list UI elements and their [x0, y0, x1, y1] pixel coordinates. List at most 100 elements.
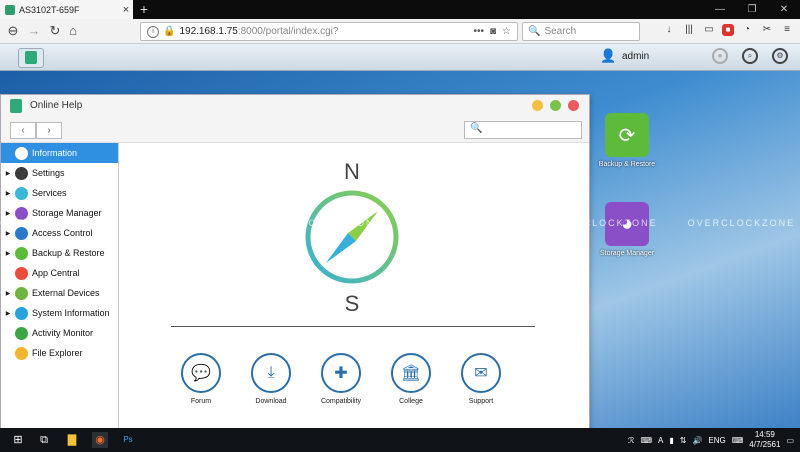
- help-nav-buttons: ‹ ›: [10, 122, 62, 139]
- screenshot-icon[interactable]: ✂: [760, 22, 774, 38]
- backup-restore-icon: ⟳: [605, 113, 649, 157]
- address-bar[interactable]: i 🔒 192.168.1.75:8000/portal/index.cgi? …: [140, 22, 518, 41]
- task-view-icon[interactable]: ⧉: [36, 432, 52, 448]
- bookmark-star-icon[interactable]: ☆: [502, 26, 511, 37]
- browser-tab[interactable]: AS3102T-659F ×: [0, 0, 133, 19]
- system-tray: ℛ ⌨ A ▮ ⇅ 🔊 ENG ⌨ 14:59 4/7/2561 ▭: [628, 430, 794, 450]
- notification-icon[interactable]: ●: [712, 48, 728, 64]
- expand-arrow-icon[interactable]: ▶: [1, 290, 15, 297]
- compass-south: S: [344, 291, 360, 316]
- windows-start-icon[interactable]: ⊞: [10, 432, 26, 448]
- support-icon: ✉: [461, 353, 501, 393]
- maximize-dot[interactable]: [550, 100, 561, 111]
- help-link-forum[interactable]: 💬 Forum: [171, 353, 231, 405]
- online-help-icon: [25, 51, 37, 64]
- sidebar-icon[interactable]: ▭: [702, 22, 716, 38]
- sidebar-item[interactable]: Activity Monitor: [1, 323, 118, 343]
- ime-mode-icon[interactable]: ⌨: [732, 436, 744, 445]
- expand-arrow-icon[interactable]: ▶: [1, 310, 15, 317]
- window-titlebar[interactable]: Online Help: [1, 95, 589, 117]
- help-link-download[interactable]: ⤓ Download: [241, 353, 301, 405]
- help-link-college[interactable]: 🏛 College: [381, 353, 441, 405]
- sidebar-item-label: App Central: [32, 268, 80, 278]
- sidebar-item[interactable]: ▶ Settings: [1, 163, 118, 183]
- search-nas-icon[interactable]: ⌕: [742, 48, 758, 64]
- language-indicator[interactable]: ENG: [708, 436, 725, 445]
- pocket-icon[interactable]: ◙: [490, 26, 496, 37]
- battery-icon[interactable]: ▮: [669, 436, 673, 445]
- help-link-support[interactable]: ✉ Support: [451, 353, 511, 405]
- info-icon[interactable]: i: [147, 25, 159, 38]
- expand-arrow-icon[interactable]: ▶: [1, 190, 15, 197]
- volume-icon[interactable]: 🔊: [692, 436, 702, 445]
- minimize-dot[interactable]: [532, 100, 543, 111]
- expand-arrow-icon[interactable]: ▶: [1, 170, 15, 177]
- taskbar-online-help[interactable]: [18, 48, 44, 68]
- sidebar-item[interactable]: ▶ External Devices: [1, 283, 118, 303]
- back-button[interactable]: ⊖: [4, 22, 22, 40]
- help-link-label: Support: [468, 398, 494, 405]
- search-icon: 🔍: [470, 123, 483, 134]
- expand-arrow-icon[interactable]: ▶: [1, 230, 15, 237]
- sidebar-item-label: System Information: [32, 308, 110, 318]
- ime-icon[interactable]: ℛ: [628, 436, 634, 445]
- search-placeholder: Search: [544, 26, 577, 37]
- help-link-label: Forum: [190, 398, 212, 405]
- url-text[interactable]: 192.168.1.75:8000/portal/index.cgi?: [179, 26, 473, 37]
- help-link-compatibility[interactable]: ✚ Compatibility: [311, 353, 371, 405]
- photoshop-icon[interactable]: Ps: [120, 432, 136, 448]
- search-field[interactable]: 🔍 Search: [522, 22, 640, 41]
- watermark-text: OVERCLOCKZONE: [412, 218, 521, 228]
- help-forward-button[interactable]: ›: [36, 122, 62, 139]
- sidebar-item-icon: [15, 306, 28, 320]
- expand-arrow-icon[interactable]: ▶: [1, 250, 15, 257]
- sidebar-item-icon: [15, 346, 28, 360]
- keyboard-icon[interactable]: ⌨: [640, 436, 652, 445]
- download-icon[interactable]: ↓: [662, 22, 676, 38]
- forward-button[interactable]: →: [25, 22, 43, 40]
- minimize-button[interactable]: —: [704, 0, 736, 19]
- sidebar-item-icon: [15, 166, 28, 180]
- sidebar-item-icon: [15, 186, 28, 200]
- sidebar-item[interactable]: ▶ System Information: [1, 303, 118, 323]
- home-icon[interactable]: ⌂: [64, 22, 82, 40]
- sync-icon[interactable]: ◔: [740, 22, 754, 38]
- firefox-icon[interactable]: ◉: [92, 432, 108, 448]
- help-back-button[interactable]: ‹: [10, 122, 36, 139]
- extension-icon[interactable]: ■: [722, 24, 734, 36]
- nas-topbar: 👤 admin ● ⌕ ⚙: [0, 44, 800, 71]
- network-icon[interactable]: ⇅: [680, 436, 687, 445]
- sidebar-item[interactable]: File Explorer: [1, 343, 118, 363]
- compass-north: N: [344, 159, 360, 184]
- help-search-input[interactable]: 🔍: [464, 121, 582, 139]
- user-menu[interactable]: 👤 admin: [600, 48, 649, 64]
- clock[interactable]: 14:59 4/7/2561: [749, 430, 780, 450]
- settings-icon[interactable]: ⚙: [772, 48, 788, 64]
- close-window-button[interactable]: ✕: [768, 0, 800, 19]
- sidebar-item[interactable]: App Central: [1, 263, 118, 283]
- page-actions-icon[interactable]: •••: [473, 26, 484, 37]
- close-tab-icon[interactable]: ×: [119, 4, 133, 16]
- watermark-text: OVERCLOCKZONE: [0, 218, 108, 228]
- a-icon[interactable]: A: [658, 436, 663, 445]
- library-icon[interactable]: |||: [682, 22, 696, 38]
- new-tab-button[interactable]: +: [137, 0, 151, 19]
- sidebar-item-icon: [15, 246, 28, 260]
- forum-icon: 💬: [181, 353, 221, 393]
- maximize-button[interactable]: ❐: [736, 0, 768, 19]
- close-dot[interactable]: [568, 100, 579, 111]
- menu-icon[interactable]: ≡: [780, 22, 794, 38]
- browser-navbar: ⊖ → ↻ ⌂ i 🔒 192.168.1.75:8000/portal/ind…: [0, 19, 800, 44]
- sidebar-item[interactable]: ▶ Services: [1, 183, 118, 203]
- sidebar-item-icon: [15, 326, 28, 340]
- sidebar-item[interactable]: Information: [1, 143, 118, 163]
- notifications-icon[interactable]: ▭: [786, 436, 794, 445]
- sidebar-item[interactable]: ▶ Backup & Restore: [1, 243, 118, 263]
- favicon-icon: [5, 4, 15, 15]
- sidebar-item-label: Storage Manager: [32, 208, 102, 218]
- insecure-lock-icon[interactable]: 🔒: [163, 26, 175, 37]
- file-explorer-icon[interactable]: ▇: [64, 432, 80, 448]
- desktop-backup-restore[interactable]: ⟳ Backup & Restore: [592, 113, 662, 168]
- reload-button[interactable]: ↻: [46, 22, 64, 40]
- expand-arrow-icon[interactable]: ▶: [1, 210, 15, 217]
